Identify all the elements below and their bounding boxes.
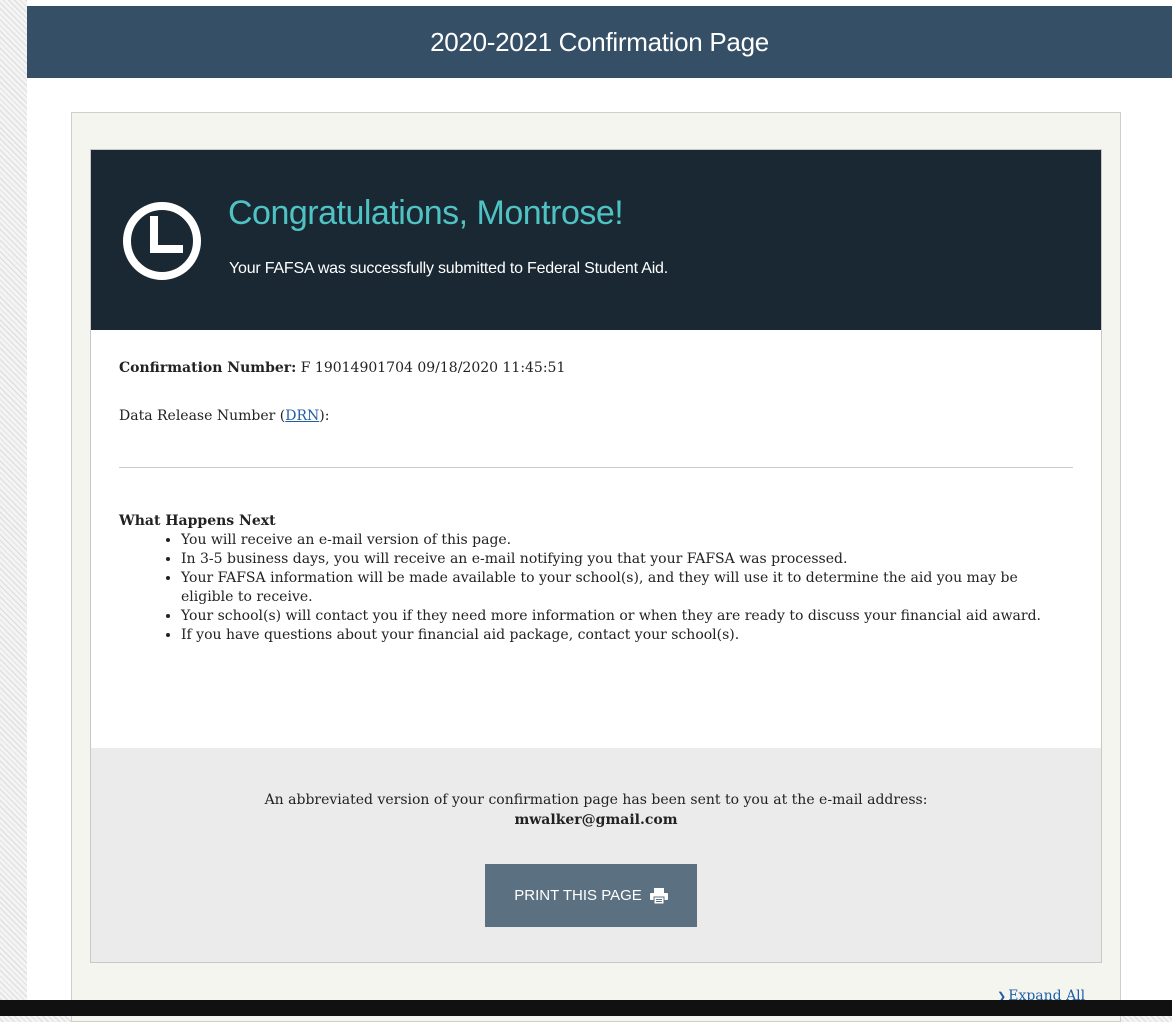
- submission-message: Your FAFSA was successfully submitted to…: [229, 260, 668, 277]
- confirmation-number-value: F 19014901704 09/18/2020 11:45:51: [296, 360, 566, 376]
- confirmation-card: Congratulations, Montrose! Your FAFSA wa…: [71, 112, 1121, 1022]
- clock-icon: [123, 202, 201, 280]
- bottom-overlay-bar: [0, 1000, 1172, 1016]
- drn-label-after: ):: [319, 408, 330, 424]
- email-notice-text: An abbreviated version of your confirmat…: [264, 792, 928, 808]
- email-notice: An abbreviated version of your confirmat…: [91, 790, 1101, 830]
- next-steps-list: You will receive an e-mail version of th…: [119, 531, 1059, 645]
- page-title: 2020-2021 Confirmation Page: [430, 26, 769, 57]
- list-item: If you have questions about your financi…: [181, 626, 1059, 645]
- drn-label-before: Data Release Number (: [119, 408, 286, 424]
- list-item: In 3-5 business days, you will receive a…: [181, 550, 1059, 569]
- email-address: mwalker@gmail.com: [514, 812, 678, 828]
- email-notice-section: An abbreviated version of your confirmat…: [91, 748, 1101, 962]
- success-banner: Congratulations, Montrose! Your FAFSA wa…: [91, 150, 1101, 330]
- what-happens-next-heading: What Happens Next: [119, 513, 276, 529]
- list-item: Your FAFSA information will be made avai…: [181, 569, 1059, 607]
- print-page-button[interactable]: PRINT THIS PAGE: [485, 864, 697, 927]
- confirmation-panel: Congratulations, Montrose! Your FAFSA wa…: [90, 149, 1102, 963]
- data-release-number: Data Release Number (DRN):: [119, 408, 329, 424]
- list-item: Your school(s) will contact you if they …: [181, 607, 1059, 626]
- printer-icon: [649, 887, 668, 904]
- congratulations-heading: Congratulations, Montrose!: [228, 194, 624, 232]
- section-divider: [119, 467, 1073, 468]
- confirmation-number-label: Confirmation Number:: [119, 360, 297, 376]
- drn-link[interactable]: DRN: [285, 408, 319, 424]
- list-item: You will receive an e-mail version of th…: [181, 531, 1059, 550]
- page-container: 2020-2021 Confirmation Page Congratulati…: [27, 0, 1172, 1022]
- confirmation-number: Confirmation Number: F 19014901704 09/18…: [119, 360, 565, 376]
- page-header: 2020-2021 Confirmation Page: [27, 6, 1172, 78]
- print-button-label: PRINT THIS PAGE: [514, 887, 642, 904]
